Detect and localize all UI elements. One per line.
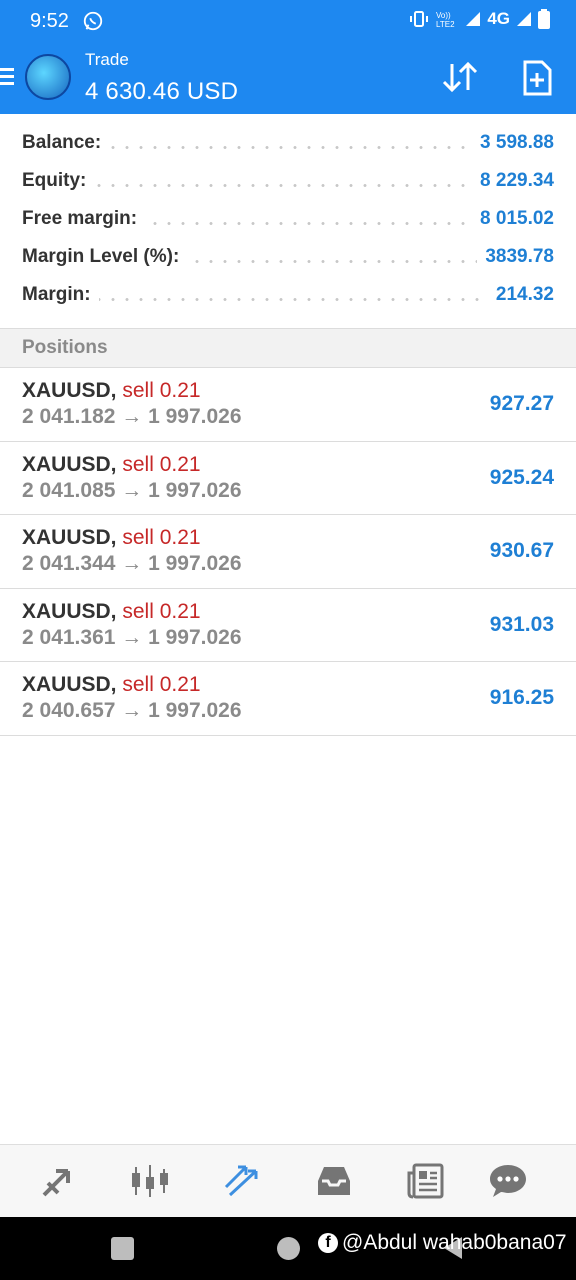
summary-label: Margin: — [22, 284, 99, 306]
signal-icon — [465, 11, 481, 27]
status-time: 9:52 — [30, 10, 69, 32]
positions-list: XAUUSD, sell 0.21 2 041.182 → 1 997.026 … — [0, 368, 576, 736]
position-prices: 2 040.657 → 1 997.026 — [22, 699, 242, 723]
vibrate-icon — [409, 10, 429, 28]
quotes-tab-icon[interactable] — [38, 1161, 78, 1201]
account-summary: Balance: 3 598.88 Equity: 8 229.34 Free … — [0, 126, 576, 316]
summary-row-equity: Equity: 8 229.34 — [0, 164, 576, 202]
summary-row-margin-level: Margin Level (%): 3839.78 — [0, 240, 576, 278]
menu-icon[interactable] — [0, 66, 16, 88]
position-title: XAUUSD, sell 0.21 — [22, 600, 201, 624]
summary-row-balance: Balance: 3 598.88 — [0, 126, 576, 164]
position-side: sell 0.21 — [122, 599, 201, 623]
position-symbol: XAUUSD, — [22, 599, 117, 623]
position-symbol: XAUUSD, — [22, 526, 117, 550]
summary-value: 214.32 — [487, 284, 554, 306]
position-profit: 930.67 — [489, 539, 554, 563]
chart-tab-icon[interactable] — [130, 1161, 170, 1201]
position-row[interactable]: XAUUSD, sell 0.21 2 041.344 → 1 997.026 … — [0, 515, 576, 589]
position-side: sell 0.21 — [122, 379, 201, 402]
watermark-text: @Abdul wahab0bana07 — [342, 1231, 567, 1254]
positions-section-header: Positions — [0, 328, 576, 368]
position-symbol: XAUUSD, — [22, 379, 117, 402]
watermark: f @Abdul wahab0bana07 — [318, 1231, 567, 1255]
position-title: XAUUSD, sell 0.21 — [22, 673, 201, 697]
volte-icon: Vo)) LTE2 — [435, 10, 459, 28]
position-profit: 916.25 — [489, 686, 554, 710]
summary-label: Balance: — [22, 132, 110, 154]
position-symbol: XAUUSD, — [22, 452, 117, 476]
network-type: 4G — [487, 9, 510, 28]
status-right-icons: Vo)) LTE2 4G — [409, 9, 550, 29]
new-order-icon[interactable] — [522, 60, 552, 96]
position-title: XAUUSD, sell 0.21 — [22, 379, 201, 403]
position-profit: 927.27 — [489, 392, 554, 415]
position-prices: 2 041.344 → 1 997.026 — [22, 552, 242, 576]
position-side: sell 0.21 — [122, 673, 201, 697]
position-row[interactable]: XAUUSD, sell 0.21 2 041.361 → 1 997.026 … — [0, 589, 576, 663]
leader-dots — [22, 298, 554, 301]
summary-value: 3 598.88 — [472, 132, 554, 154]
svg-text:Vo)): Vo)) — [436, 11, 451, 20]
whatsapp-icon — [82, 10, 104, 32]
summary-label: Equity: — [22, 170, 95, 192]
status-bar: 9:52 Vo)) LTE2 4G — [0, 0, 576, 42]
position-row[interactable]: XAUUSD, sell 0.21 2 040.657 → 1 997.026 … — [0, 662, 576, 736]
position-row[interactable]: XAUUSD, sell 0.21 2 041.085 → 1 997.026 … — [0, 442, 576, 516]
trade-tab-icon[interactable] — [222, 1161, 262, 1201]
summary-value: 8 229.34 — [472, 170, 554, 192]
summary-value: 8 015.02 — [472, 208, 554, 230]
recents-button[interactable] — [111, 1237, 134, 1260]
position-title: XAUUSD, sell 0.21 — [22, 526, 201, 550]
page-title: Trade — [85, 50, 129, 69]
summary-row-margin: Margin: 214.32 — [0, 278, 576, 316]
position-side: sell 0.21 — [122, 526, 201, 550]
position-symbol: XAUUSD, — [22, 673, 117, 697]
summary-value: 3839.78 — [477, 246, 554, 268]
signal-icon-2 — [516, 11, 532, 27]
position-profit: 925.24 — [489, 465, 554, 489]
svg-text:LTE2: LTE2 — [436, 20, 455, 28]
position-prices: 2 041.182 → 1 997.026 — [22, 405, 242, 428]
sort-icon[interactable] — [440, 60, 480, 94]
bottom-tab-bar — [0, 1144, 576, 1217]
summary-label: Margin Level (%): — [22, 246, 188, 268]
battery-icon — [538, 9, 550, 29]
android-nav-bar: f @Abdul wahab0bana07 — [0, 1217, 576, 1280]
news-tab-icon[interactable] — [406, 1161, 446, 1201]
metatrader-logo[interactable] — [25, 54, 71, 100]
top-header: 9:52 Vo)) LTE2 4G Trade 4 630.46 USD — [0, 0, 576, 114]
account-equity-total: 4 630.46 USD — [85, 78, 239, 105]
summary-row-free-margin: Free margin: 8 015.02 — [0, 202, 576, 240]
facebook-icon: f — [318, 1233, 338, 1253]
position-side: sell 0.21 — [122, 452, 201, 476]
chat-tab-icon[interactable] — [488, 1161, 528, 1201]
position-title: XAUUSD, sell 0.21 — [22, 453, 201, 477]
history-tab-icon[interactable] — [314, 1161, 354, 1201]
section-title: Positions — [22, 337, 108, 358]
position-profit: 931.03 — [489, 612, 554, 636]
home-button[interactable] — [277, 1237, 300, 1260]
app-bar: Trade 4 630.46 USD — [0, 42, 576, 114]
summary-label: Free margin: — [22, 208, 146, 230]
position-row[interactable]: XAUUSD, sell 0.21 2 041.182 → 1 997.026 … — [0, 368, 576, 442]
position-prices: 2 041.361 → 1 997.026 — [22, 625, 242, 649]
position-prices: 2 041.085 → 1 997.026 — [22, 478, 242, 502]
